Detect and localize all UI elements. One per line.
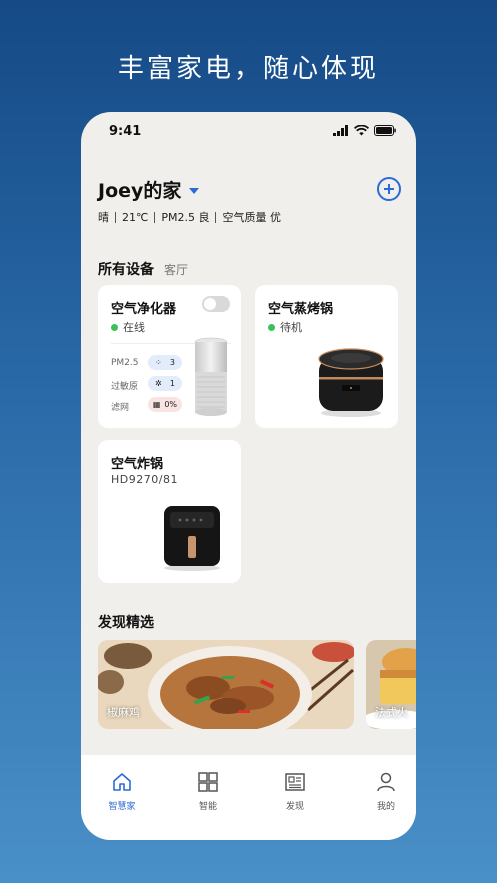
device-name: 空气炸锅 — [111, 457, 164, 472]
weather-air-quality: 空气质量 优 — [222, 211, 281, 224]
metric-value: 3 — [169, 358, 175, 367]
person-icon — [377, 772, 395, 792]
status-icons — [333, 125, 396, 136]
recipe-caption: 法式火 — [375, 706, 408, 719]
air-fryer-image — [164, 506, 220, 571]
add-device-button[interactable] — [377, 177, 401, 201]
device-name: 空气蒸烤锅 — [268, 302, 334, 317]
device-card-steam-oven[interactable]: 空气蒸烤锅 待机 — [255, 285, 398, 428]
air-purifier-image — [194, 337, 228, 416]
signal-icon — [333, 125, 348, 136]
tab-smart-home[interactable]: 智慧家 — [92, 771, 152, 812]
status-time: 9:41 — [109, 124, 142, 139]
power-toggle[interactable] — [202, 296, 230, 312]
metric-label: PM2.5 — [111, 358, 139, 368]
status-bar: 9:41 — [109, 124, 396, 140]
battery-icon — [374, 125, 396, 136]
steam-oven-image — [318, 348, 384, 417]
recipe-card[interactable]: 椒麻鸡 — [98, 640, 354, 729]
home-icon — [113, 773, 131, 791]
chevron-down-icon — [189, 187, 200, 194]
particles-icon: ⁘ — [155, 358, 162, 367]
metric-badge: ⁘ 3 — [148, 355, 182, 370]
divider — [115, 211, 116, 223]
tab-label: 智能 — [198, 802, 217, 812]
home-title: Joey的家 — [98, 180, 182, 202]
filter-icon: ▦ — [152, 400, 161, 409]
device-card-air-fryer[interactable]: 空气炸锅 HD9270/81 — [98, 440, 241, 583]
promo-headline: 丰富家电，随心体现 — [117, 54, 379, 84]
device-status-text: 在线 — [123, 321, 145, 334]
weather-pm25: PM2.5 良 — [161, 211, 210, 224]
allergen-icon: ✲ — [155, 379, 162, 388]
grid-icon — [198, 772, 218, 792]
devices-section-header: 所有设备 客厅 — [98, 259, 188, 279]
tab-profile[interactable]: 我的 — [356, 771, 416, 812]
weather-condition: 晴 — [98, 211, 109, 224]
weather-summary: 晴 21℃ PM2.5 良 空气质量 优 — [98, 209, 281, 225]
divider — [154, 211, 156, 223]
device-status: 在线 — [111, 319, 145, 335]
device-name: 空气净化器 — [111, 302, 177, 317]
metric-badge: ✲ 1 — [148, 376, 182, 391]
metric-value: 0% — [164, 400, 178, 409]
tab-smart[interactable]: 智能 — [178, 771, 238, 812]
device-status: 待机 — [268, 319, 302, 335]
tab-label: 智慧家 — [108, 802, 136, 812]
weather-temperature: 21℃ — [122, 210, 149, 224]
phone-screen: 9:41 Joey的家 晴 21℃ PM2.5 良 空气质量 优 所有设备 客厅… — [81, 112, 416, 840]
discover-title: 发现精选 — [98, 615, 154, 631]
news-icon — [285, 773, 305, 791]
online-dot-icon — [268, 323, 275, 331]
metric-value: 1 — [169, 379, 175, 388]
bottom-tab-bar: 智慧家 智能 发现 我的 — [81, 755, 416, 840]
room-filter[interactable]: 客厅 — [164, 261, 188, 278]
metric-badge: ▦ 0% — [148, 397, 182, 412]
tab-label: 我的 — [376, 802, 395, 812]
device-status-text: 待机 — [280, 321, 302, 334]
home-selector[interactable]: Joey的家 — [98, 176, 200, 203]
wifi-icon — [354, 125, 369, 136]
recipe-card[interactable]: 法式火 — [366, 640, 416, 729]
tab-discover[interactable]: 发现 — [265, 771, 325, 812]
metric-label: 过敏原 — [111, 382, 139, 392]
tab-label: 发现 — [285, 802, 304, 812]
recipe-caption: 椒麻鸡 — [107, 706, 140, 719]
divider — [215, 211, 217, 223]
section-title: 所有设备 — [98, 262, 154, 278]
device-card-purifier[interactable]: 空气净化器 在线 PM2.5 ⁘ 3 过敏原 ✲ 1 滤网 ▦ 0% — [98, 285, 241, 428]
metric-label: 滤网 — [111, 403, 130, 413]
online-dot-icon — [111, 323, 118, 331]
device-model: HD9270/81 — [111, 473, 178, 486]
